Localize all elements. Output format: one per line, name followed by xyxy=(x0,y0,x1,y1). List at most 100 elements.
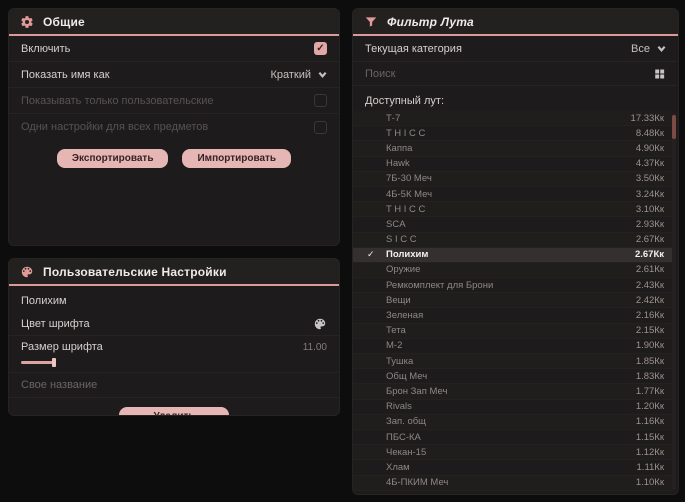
loot-row[interactable]: Чекан-15 1.12Кк xyxy=(353,445,672,461)
font-size-label: Размер шрифта xyxy=(21,341,103,353)
loot-row[interactable]: Оружие 2.61Кк xyxy=(353,262,672,279)
loot-item-name: Зеленая xyxy=(386,310,424,322)
loot-item-value: 1.77Кк xyxy=(635,385,664,397)
custom-panel-title: Пользовательские Настройки xyxy=(43,264,227,279)
loot-item-name: Тета xyxy=(386,325,406,337)
loot-item-value: 1.90Кк xyxy=(635,340,664,352)
category-row: Текущая категория Все xyxy=(353,36,678,62)
show-name-label: Показать имя как xyxy=(21,68,110,81)
enable-checkbox[interactable]: ✓ xyxy=(314,42,327,55)
loot-row[interactable]: Хлам 1.11Кк xyxy=(353,460,672,476)
loot-item-name: ПБС-КА xyxy=(386,431,421,443)
loot-row[interactable]: М-2 1.90Кк xyxy=(353,339,672,354)
grid-icon[interactable] xyxy=(653,67,666,81)
font-size-slider-wrap xyxy=(9,358,339,373)
filter-panel-title: Фильтр Лута xyxy=(387,14,474,29)
enable-row: Включить ✓ xyxy=(9,36,339,62)
loot-row[interactable]: S I C C 2.67Кк xyxy=(353,232,672,248)
loot-item-value: 3.50Кк xyxy=(635,173,664,185)
show-name-dropdown[interactable]: Краткий xyxy=(270,69,327,81)
loot-item-value: 2.67Кк xyxy=(634,249,664,261)
color-palette-icon[interactable] xyxy=(313,317,327,331)
loot-item-name: Каппа xyxy=(386,142,413,154)
loot-item-name: SCA xyxy=(386,218,406,230)
loot-item-name: Зап. общ xyxy=(386,416,426,428)
loot-row[interactable]: 4Б-5К Меч 3.24Кк xyxy=(353,187,672,203)
loot-row[interactable]: Hawk 4.37Кк xyxy=(353,157,672,172)
gear-icon xyxy=(20,15,34,29)
loot-item-value: 17.33Кк xyxy=(630,112,664,124)
show-name-value: Краткий xyxy=(270,68,311,81)
general-panel: Общие Включить ✓ Показать имя как Кратки… xyxy=(8,8,340,246)
delete-row: Удалить xyxy=(9,398,339,415)
loot-item-name: Общ Меч xyxy=(386,370,428,382)
filter-panel-header: Фильтр Лута xyxy=(353,9,678,36)
loot-scrollbar[interactable] xyxy=(672,113,676,490)
loot-row[interactable]: Тета 2.15Кк xyxy=(353,323,672,339)
slider-thumb[interactable] xyxy=(52,358,56,367)
loot-list-label: Доступный лут: xyxy=(365,95,445,107)
loot-item-value: 3.10Кк xyxy=(635,203,664,215)
loot-row[interactable]: SCA 2.93Кк xyxy=(353,217,672,233)
enable-label: Включить xyxy=(21,42,71,55)
funnel-icon xyxy=(364,15,378,29)
loot-item-name: 4Б-ПКИМ Меч xyxy=(386,477,449,489)
loot-item-value: 2.93Кк xyxy=(635,218,664,230)
general-panel-header: Общие xyxy=(9,9,339,36)
loot-scrollbar-thumb[interactable] xyxy=(672,115,676,139)
font-size-slider[interactable] xyxy=(21,358,327,367)
loot-row[interactable]: ПБС-КА 1.15Кк xyxy=(353,430,672,446)
loot-row[interactable]: Зеленая 2.16Кк xyxy=(353,308,672,324)
loot-item-name: Т-7 xyxy=(386,112,401,124)
only-custom-checkbox[interactable] xyxy=(314,94,327,107)
loot-row[interactable]: Т-7 17.33Кк xyxy=(353,111,672,127)
loot-item-name: Оружие xyxy=(386,264,421,276)
general-panel-title: Общие xyxy=(43,14,85,29)
font-color-label: Цвет шрифта xyxy=(21,317,90,330)
loot-row[interactable]: Каппа 4.90Кк xyxy=(353,141,672,157)
loot-item-name: Хлам xyxy=(386,461,410,473)
loot-item-name: М-2 xyxy=(386,340,403,352)
loot-row[interactable]: Rivals 1.20Кк xyxy=(353,400,672,415)
custom-panel-header: Пользовательские Настройки xyxy=(9,259,339,286)
loot-row[interactable]: Общ Меч 1.83Кк xyxy=(353,369,672,385)
loot-list: Т-7 17.33Кк T H I C C 8.48Кк Каппа 4.90Кк Hawk… xyxy=(353,111,672,492)
loot-item-value: 1.15Кк xyxy=(635,431,664,443)
loot-item-value: 4.37Кк xyxy=(635,158,664,170)
loot-row[interactable]: T H I C C 8.48Кк xyxy=(353,126,672,142)
loot-row[interactable]: ✓ Полихим 2.67Кк xyxy=(353,247,672,263)
loot-item-name: T H I C C xyxy=(386,127,426,139)
loot-row[interactable]: T H I C C 3.10Кк xyxy=(353,202,672,218)
same-settings-label: Одни настройки для всех предметов xyxy=(21,121,209,133)
loot-row[interactable]: Тушка 1.85Кк xyxy=(353,354,672,370)
check-icon: ✓ xyxy=(367,249,375,260)
custom-name-input[interactable] xyxy=(21,379,327,391)
loot-row[interactable]: 7Б-30 Меч 3.50Кк xyxy=(353,171,672,187)
loot-row[interactable]: 4Б-ПКИМ Меч 1.10Кк xyxy=(353,475,672,491)
delete-button[interactable]: Удалить xyxy=(119,407,229,415)
export-import-row: Экспортировать Импортировать xyxy=(9,140,339,168)
loot-item-value: 2.42Кк xyxy=(635,294,664,306)
category-label: Текущая категория xyxy=(365,42,462,55)
loot-item-name: S I C C xyxy=(386,234,417,246)
category-dropdown[interactable]: Все xyxy=(631,43,666,55)
loot-row[interactable]: Вещи 2.42Кк xyxy=(353,293,672,309)
only-custom-label: Показывать только пользовательские xyxy=(21,94,214,107)
font-color-row: Цвет шрифта xyxy=(9,312,339,336)
loot-item-value: 2.15Кк xyxy=(635,325,664,337)
loot-item-value: 1.12Кк xyxy=(635,446,664,458)
loot-row[interactable]: Зап. общ 1.16Кк xyxy=(353,414,672,430)
loot-item-value: 1.16Кк xyxy=(635,416,664,428)
same-settings-row: Одни настройки для всех предметов xyxy=(9,114,339,140)
loot-row[interactable]: Ремкомплект для Брони 2.43Кк xyxy=(353,278,672,294)
loot-row[interactable]: Брон Зап Меч 1.77Кк xyxy=(353,384,672,400)
same-settings-checkbox[interactable] xyxy=(314,120,327,134)
search-input[interactable] xyxy=(365,67,653,80)
export-button[interactable]: Экспортировать xyxy=(56,149,169,168)
loot-item-value: 1.11Кк xyxy=(636,461,664,473)
loot-item-value: 1.20Кк xyxy=(635,401,664,413)
import-button[interactable]: Импортировать xyxy=(182,149,292,168)
loot-item-name: Вещи xyxy=(386,294,411,306)
loot-item-name: T H I C C xyxy=(386,203,426,215)
chevron-down-icon xyxy=(657,44,666,53)
